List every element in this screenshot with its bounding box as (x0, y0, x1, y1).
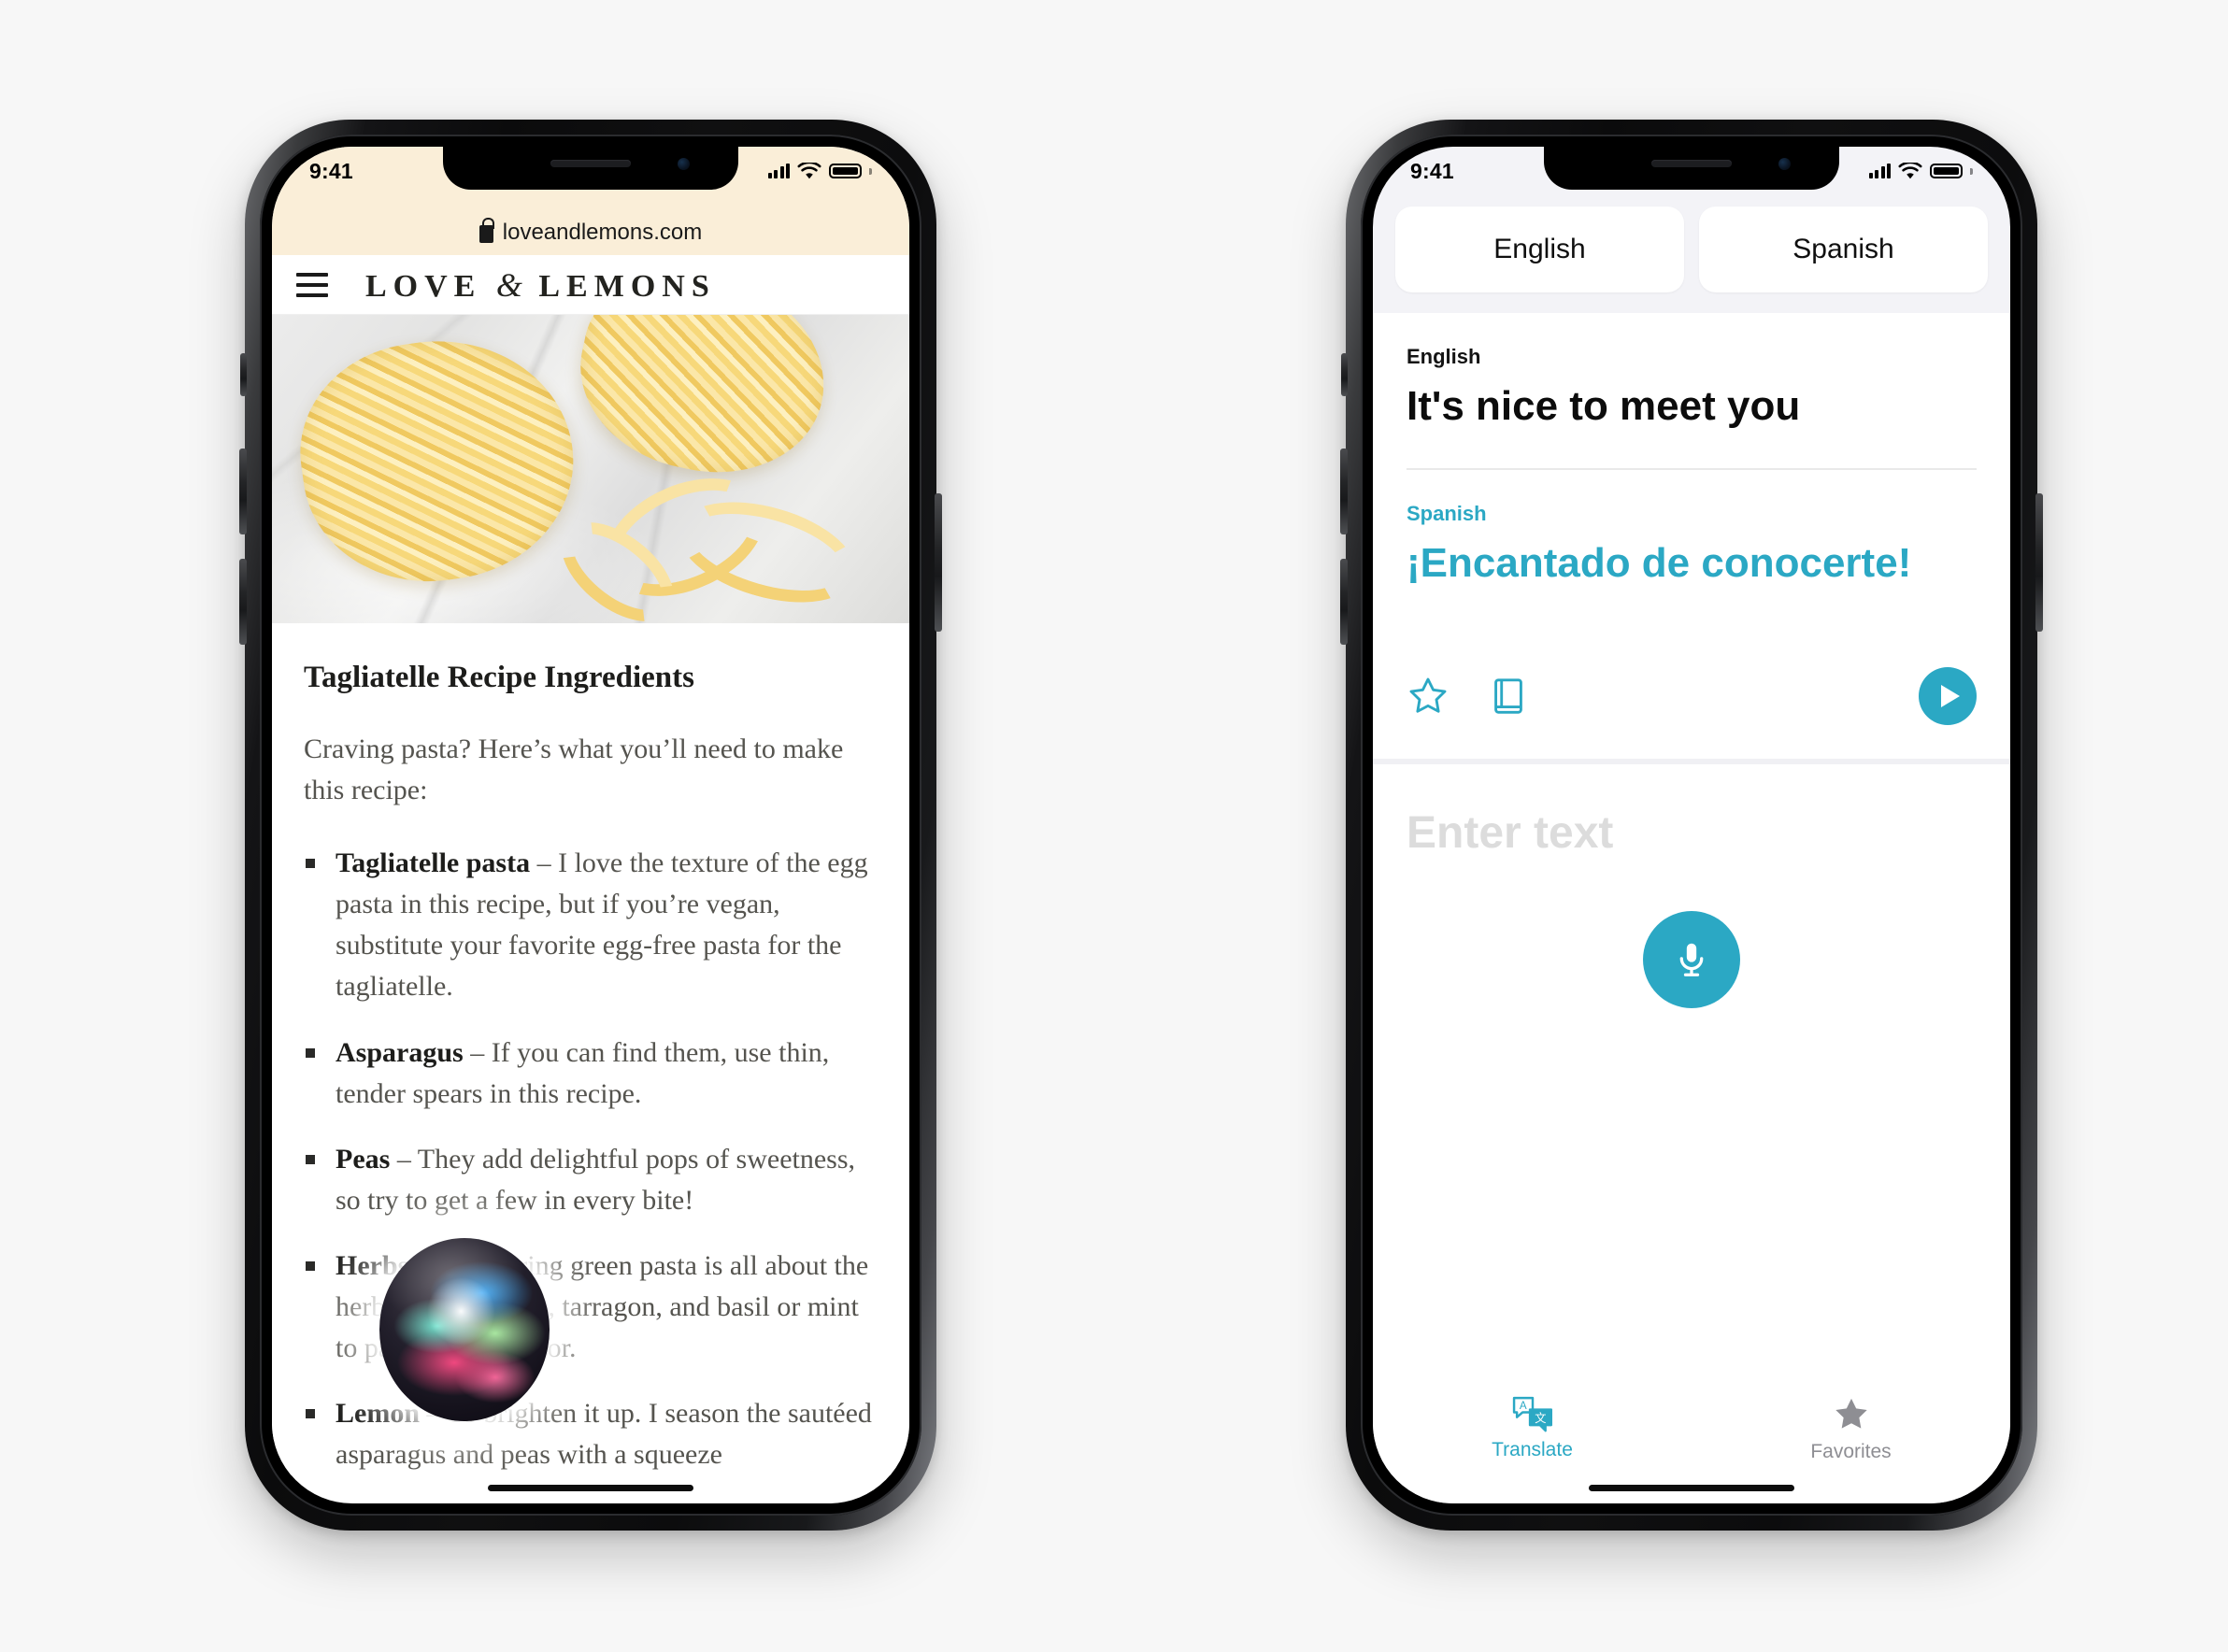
url-text: loveandlemons.com (502, 220, 703, 245)
cellular-bars-icon (767, 164, 790, 178)
article-title: Tagliatelle Recipe Ingredients (304, 661, 694, 694)
wifi-icon (797, 162, 821, 178)
front-camera (1778, 158, 1791, 170)
ingredient-name: Peas (336, 1143, 391, 1175)
ingredient-desc: – They add delightful pops of sweetness,… (336, 1143, 856, 1216)
play-triangle (1940, 685, 1960, 708)
site-header: LOVE & LEMONS (272, 255, 909, 315)
left-phone-bezel: 9:41 loveandlemons.com LOVE & LEMONS Tag… (260, 135, 921, 1516)
svg-text:文: 文 (1535, 1411, 1546, 1425)
notch (1544, 147, 1839, 190)
target-language-label: Spanish (1792, 234, 1894, 264)
wifi-icon (1898, 162, 1922, 178)
status-indicators (767, 157, 872, 180)
translation-card: English It's nice to meet you Spanish ¡E… (1373, 313, 2010, 760)
status-indicators (1868, 157, 1973, 180)
lock-icon (478, 218, 494, 243)
pasta-nest-1 (286, 323, 589, 598)
source-lang-heading: English (1407, 345, 1481, 368)
power-button[interactable] (2035, 493, 2043, 632)
list-item: Lemon – To brighten it up. I season the … (304, 1393, 878, 1475)
source-language-label: English (1493, 234, 1586, 264)
scene: 9:41 loveandlemons.com LOVE & LEMONS Tag… (0, 0, 2228, 1652)
battery-full-icon (1930, 164, 1963, 178)
right-phone-device: 9:41 English Spanish English It's nice t… (1340, 120, 2043, 1531)
enter-text-placeholder: Enter text (1407, 808, 1614, 859)
hero-image (272, 315, 909, 623)
hamburger-menu-icon[interactable] (296, 272, 328, 297)
target-text[interactable]: ¡Encantado de conocerte! (1407, 539, 1977, 589)
brand-word-1: LOVE (365, 268, 482, 304)
article-intro: Craving pasta? Here’s what you’ll need t… (304, 733, 844, 806)
left-phone-screen: 9:41 loveandlemons.com LOVE & LEMONS Tag… (272, 147, 909, 1503)
left-phone-device: 9:41 loveandlemons.com LOVE & LEMONS Tag… (239, 120, 942, 1531)
home-indicator[interactable] (1589, 1485, 1794, 1491)
book-icon[interactable] (1487, 675, 1530, 718)
star-filled-icon (1835, 1398, 1867, 1429)
status-time: 9:41 (309, 158, 353, 183)
volume-down-button[interactable] (1340, 559, 1348, 645)
notch (443, 147, 738, 190)
tab-favorites[interactable]: Favorites (1692, 1395, 2010, 1463)
pasta-nest-2 (563, 315, 843, 493)
article-body: Tagliatelle Recipe Ingredients Craving p… (272, 623, 909, 1476)
earpiece-speaker (1651, 160, 1732, 167)
right-phone-screen: 9:41 English Spanish English It's nice t… (1373, 147, 2010, 1503)
battery-full-icon (829, 164, 862, 178)
tab-label-favorites: Favorites (1810, 1441, 1892, 1462)
volume-down-button[interactable] (239, 559, 247, 645)
volume-up-button[interactable] (1340, 449, 1348, 534)
tab-translate[interactable]: A 文 Translate (1373, 1395, 1692, 1461)
source-text[interactable]: It's nice to meet you (1407, 382, 1977, 468)
translate-bubbles-icon: A 文 (1512, 1396, 1552, 1432)
silent-switch[interactable] (1341, 353, 1348, 396)
target-lang-heading: Spanish (1407, 501, 1487, 525)
translation-actions (1407, 589, 1977, 759)
ingredient-list: Tagliatelle pasta – I love the texture o… (304, 843, 878, 1475)
ingredient-name: Lemon (336, 1398, 420, 1430)
source-language-button[interactable]: English (1395, 206, 1684, 292)
cellular-bars-icon (1868, 164, 1891, 178)
list-item: Peas – They add delightful pops of sweet… (304, 1139, 878, 1221)
battery-nub (1970, 167, 1973, 175)
earpiece-speaker (550, 160, 631, 167)
siri-orb-icon[interactable] (379, 1238, 550, 1421)
power-button[interactable] (935, 493, 942, 632)
brand-ampersand: & (495, 265, 524, 304)
target-language-button[interactable]: Spanish (1699, 206, 1988, 292)
ingredient-name: Tagliatelle pasta (336, 847, 531, 879)
microphone-icon (1679, 943, 1704, 977)
brand-word-2: LEMONS (538, 268, 716, 304)
status-time: 9:41 (1410, 158, 1454, 183)
list-item: Tagliatelle pasta – I love the texture o… (304, 843, 878, 1007)
language-selector: English Spanish (1373, 190, 2010, 313)
url-bar[interactable]: loveandlemons.com (272, 218, 909, 246)
list-item: Asparagus – If you can find them, use th… (304, 1032, 878, 1115)
silent-switch[interactable] (240, 353, 247, 396)
microphone-button[interactable] (1643, 911, 1740, 1009)
text-input-area[interactable]: Enter text (1373, 764, 2010, 1380)
svg-text:A: A (1519, 1400, 1526, 1412)
right-phone-bezel: 9:41 English Spanish English It's nice t… (1361, 135, 2022, 1516)
star-outline-icon[interactable] (1407, 675, 1450, 718)
play-button-icon[interactable] (1919, 667, 1977, 726)
front-camera (678, 158, 690, 170)
volume-up-button[interactable] (239, 449, 247, 534)
site-logo[interactable]: LOVE & LEMONS (365, 265, 716, 305)
home-indicator[interactable] (488, 1485, 693, 1491)
battery-nub (869, 167, 872, 175)
tab-label-translate: Translate (1492, 1439, 1573, 1460)
ingredient-name: Asparagus (336, 1036, 464, 1068)
